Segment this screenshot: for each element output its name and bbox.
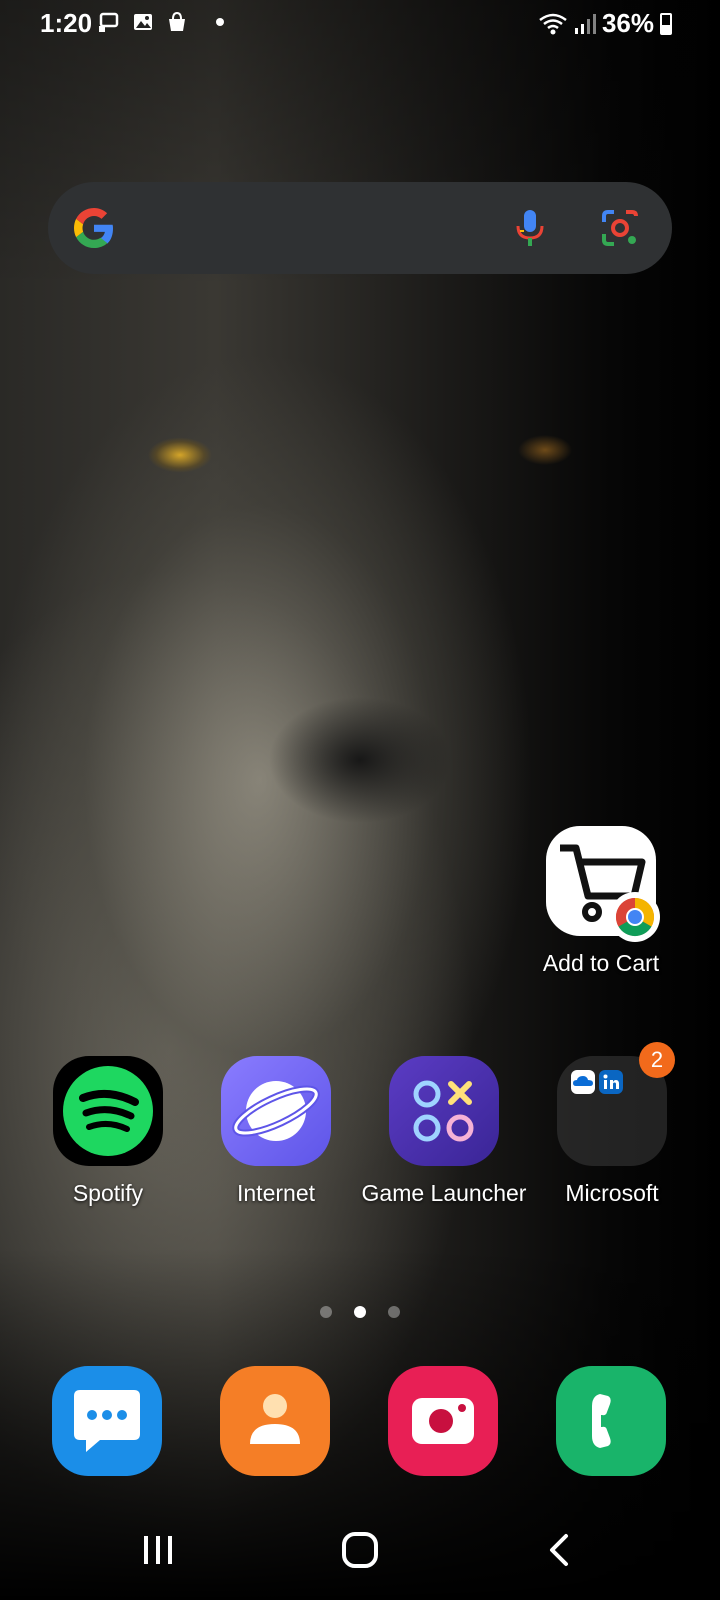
messages-icon bbox=[74, 1390, 140, 1452]
chrome-icon bbox=[610, 892, 660, 942]
app-game-launcher[interactable]: Game Launcher bbox=[360, 1056, 528, 1207]
linkedin-icon bbox=[599, 1070, 623, 1094]
back-icon[interactable] bbox=[530, 1530, 590, 1570]
internet-label: Internet bbox=[237, 1180, 315, 1206]
add-to-cart-shortcut[interactable]: Add to Cart bbox=[517, 826, 685, 977]
phone-app[interactable] bbox=[556, 1366, 666, 1476]
microphone-icon[interactable] bbox=[506, 204, 554, 252]
app-microsoft-folder[interactable]: 2 Microsoft bbox=[528, 1042, 696, 1207]
page-indicator bbox=[0, 1306, 720, 1318]
cast-icon bbox=[99, 12, 119, 32]
battery-percent: 36% bbox=[601, 8, 654, 38]
game-launcher-label: Game Launcher bbox=[361, 1180, 527, 1206]
camera-icon bbox=[412, 1398, 474, 1444]
page-dot bbox=[320, 1306, 332, 1318]
shop-bag-icon bbox=[169, 11, 185, 31]
folder-icon: 2 bbox=[557, 1042, 675, 1166]
battery-icon bbox=[660, 12, 672, 35]
add-to-cart-label: Add to Cart bbox=[542, 950, 660, 976]
microsoft-label: Microsoft bbox=[565, 1180, 659, 1206]
google-logo-icon bbox=[74, 208, 113, 248]
app-spotify[interactable]: Spotify bbox=[24, 1056, 192, 1207]
image-icon bbox=[134, 14, 152, 30]
google-search-bar[interactable] bbox=[48, 182, 672, 274]
navigation-bar bbox=[0, 1500, 720, 1600]
app-internet[interactable]: Internet bbox=[192, 1056, 360, 1207]
onedrive-icon bbox=[571, 1070, 595, 1094]
status-time: 1:20 bbox=[40, 8, 93, 38]
page-dot-active bbox=[354, 1306, 366, 1318]
contacts-icon bbox=[250, 1394, 300, 1444]
spotify-label: Spotify bbox=[72, 1180, 144, 1206]
home-icon[interactable] bbox=[330, 1530, 390, 1570]
phone-icon bbox=[592, 1394, 611, 1448]
notification-badge: 2 bbox=[639, 1042, 675, 1078]
camera-app[interactable] bbox=[388, 1366, 498, 1476]
notification-dot-icon bbox=[216, 18, 224, 26]
recents-icon[interactable] bbox=[128, 1530, 188, 1570]
game-launcher-icon bbox=[389, 1056, 499, 1166]
google-lens-icon[interactable] bbox=[596, 204, 644, 252]
shopping-cart-icon bbox=[546, 826, 660, 942]
page-dot bbox=[388, 1306, 400, 1318]
spotify-icon bbox=[53, 1056, 163, 1166]
samsung-internet-icon bbox=[221, 1056, 331, 1166]
wifi-icon bbox=[539, 13, 567, 34]
messages-app[interactable] bbox=[52, 1366, 162, 1476]
status-bar: 1:20 36% bbox=[0, 0, 720, 46]
signal-icon bbox=[574, 13, 596, 34]
contacts-app[interactable] bbox=[220, 1366, 330, 1476]
